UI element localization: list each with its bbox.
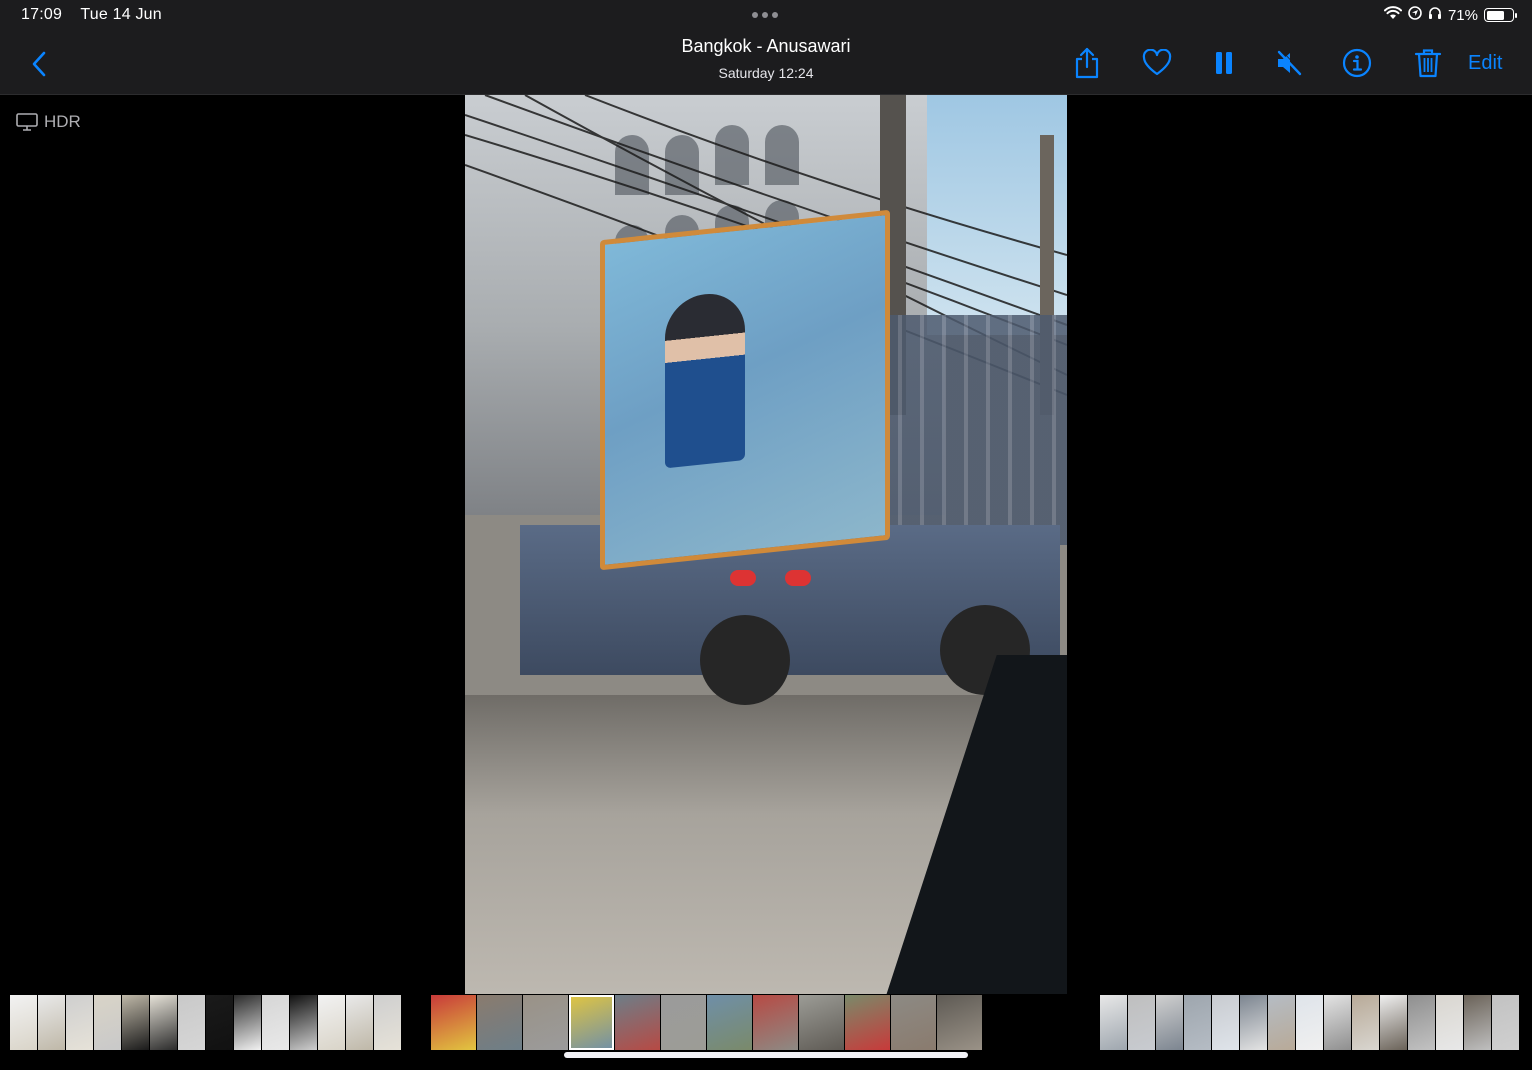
thumbnail-item[interactable] bbox=[122, 995, 149, 1050]
thumbnail-item[interactable] bbox=[374, 995, 401, 1050]
photo-date-subtitle: Saturday 12:24 bbox=[718, 65, 814, 81]
thumbnail-item[interactable] bbox=[346, 995, 373, 1050]
status-date: Tue 14 Jun bbox=[80, 6, 162, 23]
thumbnail-item[interactable] bbox=[38, 995, 65, 1050]
thumbnail-item[interactable] bbox=[1100, 995, 1127, 1050]
thumbnail-item[interactable] bbox=[178, 995, 205, 1050]
delete-button[interactable] bbox=[1411, 46, 1445, 80]
thumbnail-item[interactable] bbox=[661, 995, 706, 1050]
thumbnail-item[interactable] bbox=[891, 995, 936, 1050]
thumbnail-item[interactable] bbox=[1268, 995, 1295, 1050]
thumbnail-item[interactable] bbox=[1156, 995, 1183, 1050]
status-bar: 17:09 Tue 14 Jun 71% bbox=[0, 0, 1532, 32]
thumbnail-item[interactable] bbox=[290, 995, 317, 1050]
status-time-date: 17:09 Tue 14 Jun bbox=[21, 6, 176, 24]
edit-button[interactable]: Edit bbox=[1468, 52, 1502, 75]
thumbnail-item[interactable] bbox=[10, 995, 37, 1050]
headphones-icon bbox=[1428, 6, 1442, 24]
thumbnail-item[interactable] bbox=[845, 995, 890, 1050]
hdr-label: HDR bbox=[44, 112, 81, 131]
thumbnail-item[interactable] bbox=[66, 995, 93, 1050]
thumbnail-item[interactable] bbox=[1212, 995, 1239, 1050]
thumbnail-item[interactable] bbox=[206, 995, 233, 1050]
location-icon bbox=[1408, 6, 1422, 24]
thumbnail-item[interactable] bbox=[523, 995, 568, 1050]
favorite-button[interactable] bbox=[1140, 46, 1174, 80]
thumbnail-list bbox=[0, 995, 1532, 1050]
thumbnail-item[interactable] bbox=[1352, 995, 1379, 1050]
thumbnail-item[interactable] bbox=[1492, 995, 1519, 1050]
pause-button[interactable] bbox=[1207, 46, 1241, 80]
thumbnail-item[interactable] bbox=[615, 995, 660, 1050]
thumbnail-item[interactable] bbox=[94, 995, 121, 1050]
display-icon bbox=[16, 113, 38, 131]
thumbnail-item[interactable] bbox=[262, 995, 289, 1050]
thumbnail-item[interactable] bbox=[707, 995, 752, 1050]
thumbnail-item[interactable] bbox=[318, 995, 345, 1050]
thumbnail-item[interactable] bbox=[477, 995, 522, 1050]
thumbnail-item[interactable] bbox=[753, 995, 798, 1050]
thumbnail-item[interactable] bbox=[1296, 995, 1323, 1050]
info-button[interactable] bbox=[1340, 46, 1374, 80]
thumbnail-item[interactable] bbox=[150, 995, 177, 1050]
mute-icon bbox=[1277, 49, 1303, 76]
thumbnail-item[interactable] bbox=[1464, 995, 1491, 1050]
battery-percent: 71% bbox=[1447, 6, 1478, 24]
thumbnail-item[interactable] bbox=[234, 995, 261, 1050]
thumbnail-item[interactable] bbox=[1324, 995, 1351, 1050]
pause-icon bbox=[1216, 52, 1232, 74]
thumbnail-scrubber[interactable] bbox=[0, 994, 1532, 1070]
thumbnail-item[interactable] bbox=[1380, 995, 1407, 1050]
multitasking-grabber[interactable] bbox=[752, 12, 778, 18]
trash-icon bbox=[1414, 49, 1442, 78]
thumbnail-item[interactable] bbox=[937, 995, 982, 1050]
heart-icon bbox=[1142, 49, 1172, 76]
home-indicator[interactable] bbox=[564, 1052, 968, 1058]
video-player[interactable] bbox=[465, 95, 1067, 994]
hdr-badge: HDR bbox=[16, 112, 81, 132]
photo-location-title: Bangkok - Anusawari bbox=[681, 36, 851, 56]
status-time: 17:09 bbox=[21, 6, 63, 23]
thumbnail-item[interactable] bbox=[431, 995, 476, 1050]
thumbnail-item[interactable] bbox=[569, 995, 614, 1050]
thumbnail-item[interactable] bbox=[1408, 995, 1435, 1050]
thumbnail-item[interactable] bbox=[1436, 995, 1463, 1050]
mute-button[interactable] bbox=[1272, 46, 1306, 80]
thumbnail-item[interactable] bbox=[1184, 995, 1211, 1050]
battery-icon bbox=[1484, 8, 1517, 22]
status-indicators: 71% bbox=[1383, 6, 1517, 24]
thumbnail-item[interactable] bbox=[799, 995, 844, 1050]
thumbnail-item[interactable] bbox=[1240, 995, 1267, 1050]
share-button[interactable] bbox=[1070, 46, 1104, 80]
wifi-icon bbox=[1383, 6, 1402, 24]
back-chevron-icon bbox=[32, 51, 46, 77]
info-icon bbox=[1342, 48, 1372, 78]
video-truck bbox=[520, 209, 1067, 725]
share-icon bbox=[1075, 47, 1099, 79]
back-button[interactable] bbox=[28, 48, 52, 80]
photo-nav-bar: Bangkok - Anusawari Saturday 12:24 Edit bbox=[0, 32, 1532, 95]
thumbnail-item[interactable] bbox=[1128, 995, 1155, 1050]
